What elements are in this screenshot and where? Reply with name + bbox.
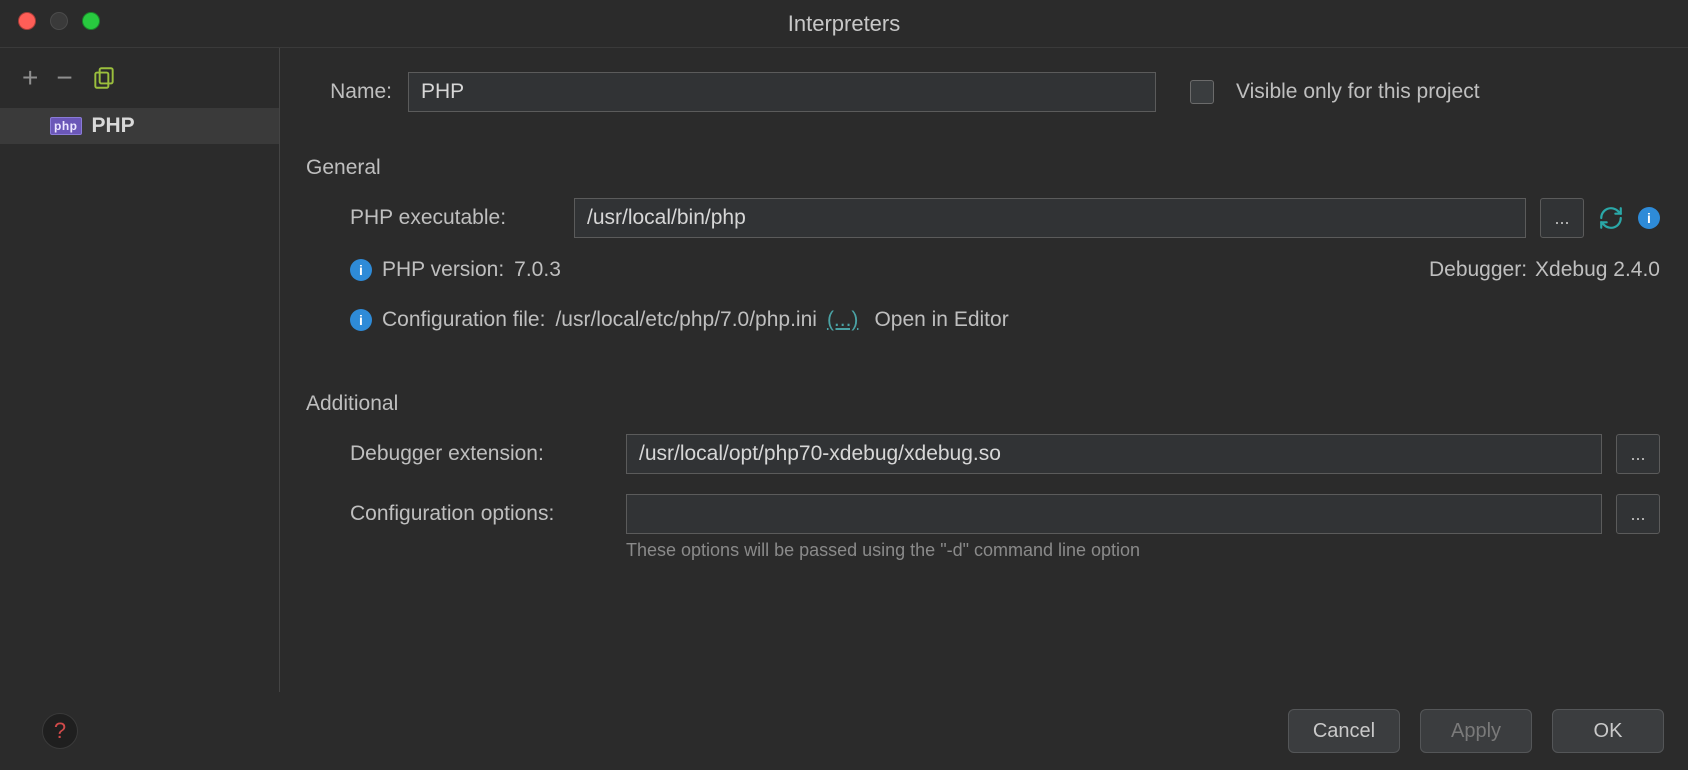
interpreter-list-item[interactable]: php PHP [0, 108, 279, 144]
additional-section: Debugger extension: ... Configuration op… [306, 434, 1660, 561]
php-version-line: i PHP version: 7.0.3 Debugger: Xdebug 2.… [306, 258, 1660, 282]
help-icon: ? [42, 713, 78, 749]
main-panel: Name: Visible only for this project Gene… [280, 48, 1688, 692]
configuration-options-hint: These options will be passed using the "… [306, 540, 1660, 561]
interpreter-list: php PHP [0, 108, 279, 144]
debugger-extension-input[interactable] [626, 434, 1602, 474]
name-row: Name: Visible only for this project [306, 72, 1660, 112]
general-section-title: General [306, 156, 1660, 180]
configuration-options-label: Configuration options: [350, 502, 612, 526]
config-file-line: i Configuration file: /usr/local/etc/php… [306, 308, 1660, 332]
name-input[interactable] [408, 72, 1156, 112]
apply-button[interactable]: Apply [1420, 709, 1532, 753]
interpreter-sidebar: + − php PHP [0, 48, 280, 692]
configuration-options-browse-button[interactable]: ... [1616, 494, 1660, 534]
ok-button[interactable]: OK [1552, 709, 1664, 753]
configuration-options-row: Configuration options: ... [306, 494, 1660, 534]
minimize-window-icon[interactable] [50, 12, 68, 30]
config-file-value: /usr/local/etc/php/7.0/php.ini [555, 308, 817, 332]
debugger-extension-browse-button[interactable]: ... [1616, 434, 1660, 474]
info-icon: i [350, 259, 372, 281]
php-executable-browse-button[interactable]: ... [1540, 198, 1584, 238]
info-icon: i [350, 309, 372, 331]
php-icon: php [50, 117, 82, 135]
window-title: Interpreters [788, 11, 901, 37]
debugger-value: Xdebug 2.4.0 [1535, 258, 1660, 282]
interpreters-window: Interpreters + − php PHP [0, 0, 1688, 770]
refresh-icon[interactable] [1598, 205, 1624, 231]
cancel-button[interactable]: Cancel [1288, 709, 1400, 753]
php-executable-label: PHP executable: [350, 206, 560, 230]
php-executable-input[interactable] [574, 198, 1526, 238]
debugger-label: Debugger: [1429, 258, 1527, 282]
copy-icon[interactable] [91, 65, 117, 91]
php-version-value: 7.0.3 [514, 258, 561, 282]
dialog-footer: ? Cancel Apply OK [0, 692, 1688, 770]
config-file-label: Configuration file: [382, 308, 545, 332]
visible-only-checkbox[interactable] [1190, 80, 1214, 104]
visible-only-label[interactable]: Visible only for this project [1236, 80, 1480, 104]
interpreter-list-item-label: PHP [92, 114, 135, 138]
name-label: Name: [306, 80, 392, 104]
traffic-lights [18, 12, 100, 30]
zoom-window-icon[interactable] [82, 12, 100, 30]
dialog-body: + − php PHP Name: [0, 48, 1688, 692]
open-in-editor-link[interactable]: Open in Editor [874, 308, 1008, 332]
sidebar-toolbar: + − [0, 58, 279, 102]
configuration-options-input[interactable] [626, 494, 1602, 534]
php-version-label: PHP version: [382, 258, 504, 282]
info-icon[interactable]: i [1638, 207, 1660, 229]
config-file-more-link[interactable]: (...) [827, 308, 859, 332]
debugger-extension-label: Debugger extension: [350, 442, 612, 466]
php-executable-row: PHP executable: ... i [306, 198, 1660, 238]
debugger-extension-row: Debugger extension: ... [306, 434, 1660, 474]
general-section: PHP executable: ... i [306, 198, 1660, 378]
close-window-icon[interactable] [18, 12, 36, 30]
additional-section-title: Additional [306, 392, 1660, 416]
help-button[interactable]: ? [42, 713, 78, 749]
titlebar: Interpreters [0, 0, 1688, 48]
remove-icon[interactable]: − [56, 64, 72, 92]
add-icon[interactable]: + [22, 64, 38, 92]
